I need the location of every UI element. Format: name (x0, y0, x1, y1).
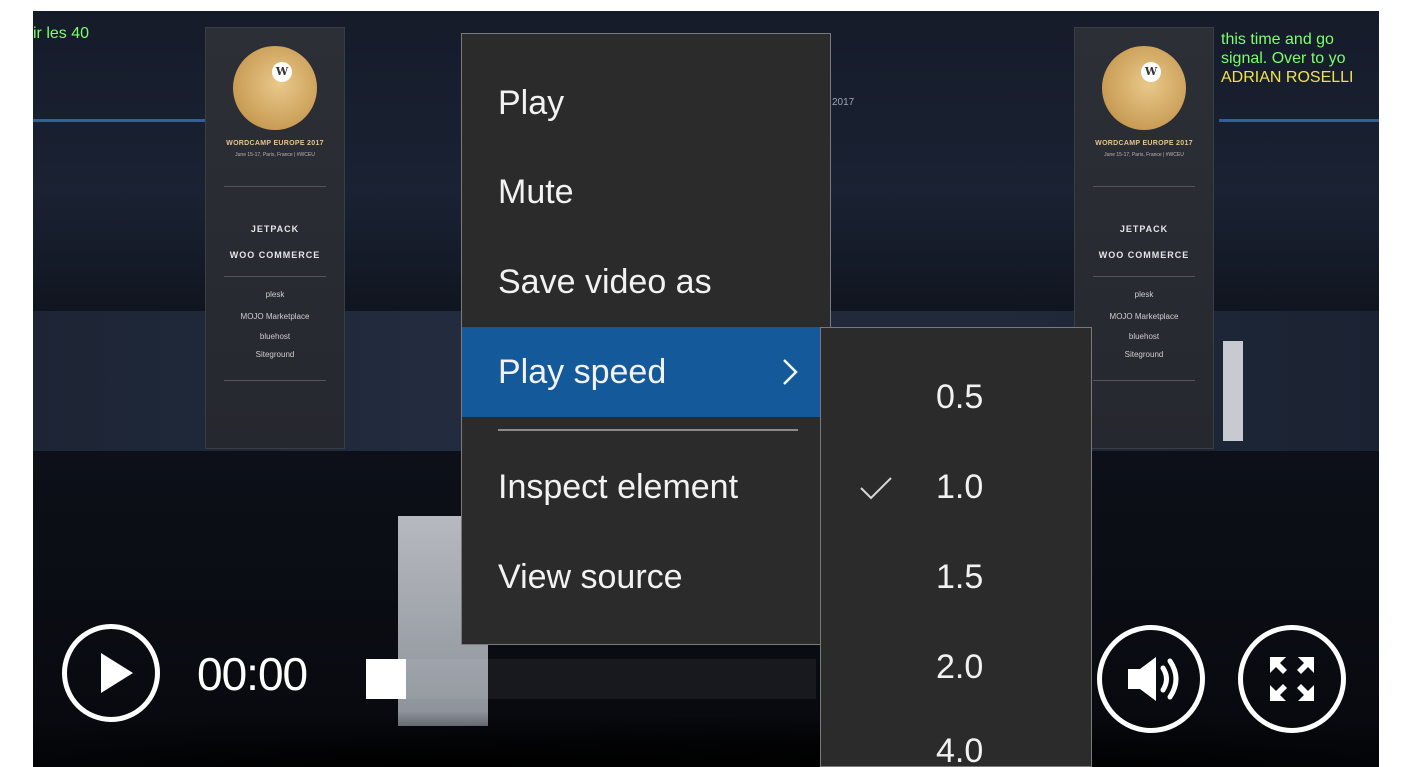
speed-option-2-0[interactable]: 2.0 (821, 622, 1091, 712)
banner-divider (224, 380, 326, 381)
sponsor-mojo: MOJO Marketplace (1109, 312, 1179, 321)
speed-option-label: 0.5 (936, 378, 984, 416)
sponsor-bluehost: bluehost (259, 332, 291, 341)
current-time: 00:00 (197, 648, 308, 700)
sponsor-mojo: MOJO Marketplace (240, 312, 310, 321)
play-button[interactable] (62, 624, 160, 722)
menu-item-play-speed[interactable]: Play speed (462, 327, 830, 417)
play-icon (101, 653, 133, 693)
caption-right: this time and go signal. Over to yo ADRIAN… (1221, 30, 1353, 87)
banner-divider (1093, 276, 1195, 277)
event-banner-right: W WORDCAMP EUROPE 2017 June 15-17, Paris… (1074, 27, 1214, 449)
fullscreen-icon (1270, 657, 1314, 701)
screen-accent-line (33, 119, 205, 122)
banner-title: WORDCAMP EUROPE 2017 (1095, 140, 1193, 147)
wordcamp-logo (1102, 46, 1186, 130)
speed-option-0-5[interactable]: 0.5 (821, 352, 1091, 442)
wordpress-icon: W (272, 62, 292, 82)
banner-divider (1093, 380, 1195, 381)
speed-option-1-5[interactable]: 1.5 (821, 532, 1091, 622)
fullscreen-button[interactable] (1238, 625, 1346, 733)
sponsor-woocommerce: WOO COMMERCE (1098, 250, 1190, 260)
sponsor-jetpack: JETPACK (250, 224, 300, 234)
speaker-icon (1128, 657, 1179, 701)
speed-option-1-0[interactable]: 1.0 (821, 442, 1091, 532)
lectern (1223, 341, 1243, 441)
menu-item-mute[interactable]: Mute (462, 147, 830, 237)
sponsor-woocommerce: WOO COMMERCE (229, 250, 321, 260)
sponsor-plesk: plesk (1134, 290, 1154, 299)
speed-option-4-0[interactable]: 4.0 (821, 706, 1091, 767)
caption-line: signal. Over to yo (1221, 50, 1346, 67)
menu-item-inspect-element[interactable]: Inspect element (462, 442, 830, 532)
banner-divider (224, 186, 326, 187)
speed-option-label: 1.0 (936, 468, 984, 506)
banner-title: WORDCAMP EUROPE 2017 (226, 140, 324, 147)
speed-option-label: 2.0 (936, 648, 984, 686)
menu-item-save-video-as[interactable]: Save video as (462, 237, 830, 327)
checkmark-icon (860, 477, 892, 500)
menu-separator (498, 429, 798, 431)
caption-left: ir les 40 (33, 25, 90, 42)
sponsor-bluehost: bluehost (1128, 332, 1160, 341)
wordcamp-logo (233, 46, 317, 130)
banner-divider (224, 276, 326, 277)
chevron-right-icon (783, 359, 798, 385)
event-banner-left: W WORDCAMP EUROPE 2017 June 15-17, Paris… (205, 27, 345, 449)
progress-thumb[interactable] (366, 659, 406, 699)
progress-bar[interactable] (366, 659, 816, 699)
caption-speaker: ADRIAN ROSELLI (1221, 69, 1354, 86)
banner-divider (1093, 186, 1195, 187)
sponsor-plesk: plesk (265, 290, 285, 299)
menu-item-view-source[interactable]: View source (462, 532, 830, 622)
play-speed-submenu: 0.5 1.0 1.5 2.0 4.0 (820, 327, 1092, 767)
menu-item-play[interactable]: Play (462, 58, 830, 148)
sponsor-siteground: Siteground (1124, 350, 1164, 359)
stage-screen-text: 2017 (832, 97, 855, 108)
caption-line: this time and go (1221, 31, 1334, 48)
context-menu: Play Mute Save video as Play speed Inspe… (461, 33, 831, 645)
mute-button[interactable] (1097, 625, 1205, 733)
screen-accent-line (1219, 119, 1379, 122)
menu-item-label: Play speed (498, 353, 667, 391)
wordpress-icon: W (1141, 62, 1161, 82)
sponsor-siteground: Siteground (255, 350, 295, 359)
banner-subtitle: June 15-17, Paris, France | #WCEU (235, 152, 315, 158)
sponsor-jetpack: JETPACK (1119, 224, 1169, 234)
speed-option-label: 4.0 (936, 732, 984, 767)
banner-subtitle: June 15-17, Paris, France | #WCEU (1104, 152, 1184, 158)
speed-option-label: 1.5 (936, 558, 984, 596)
